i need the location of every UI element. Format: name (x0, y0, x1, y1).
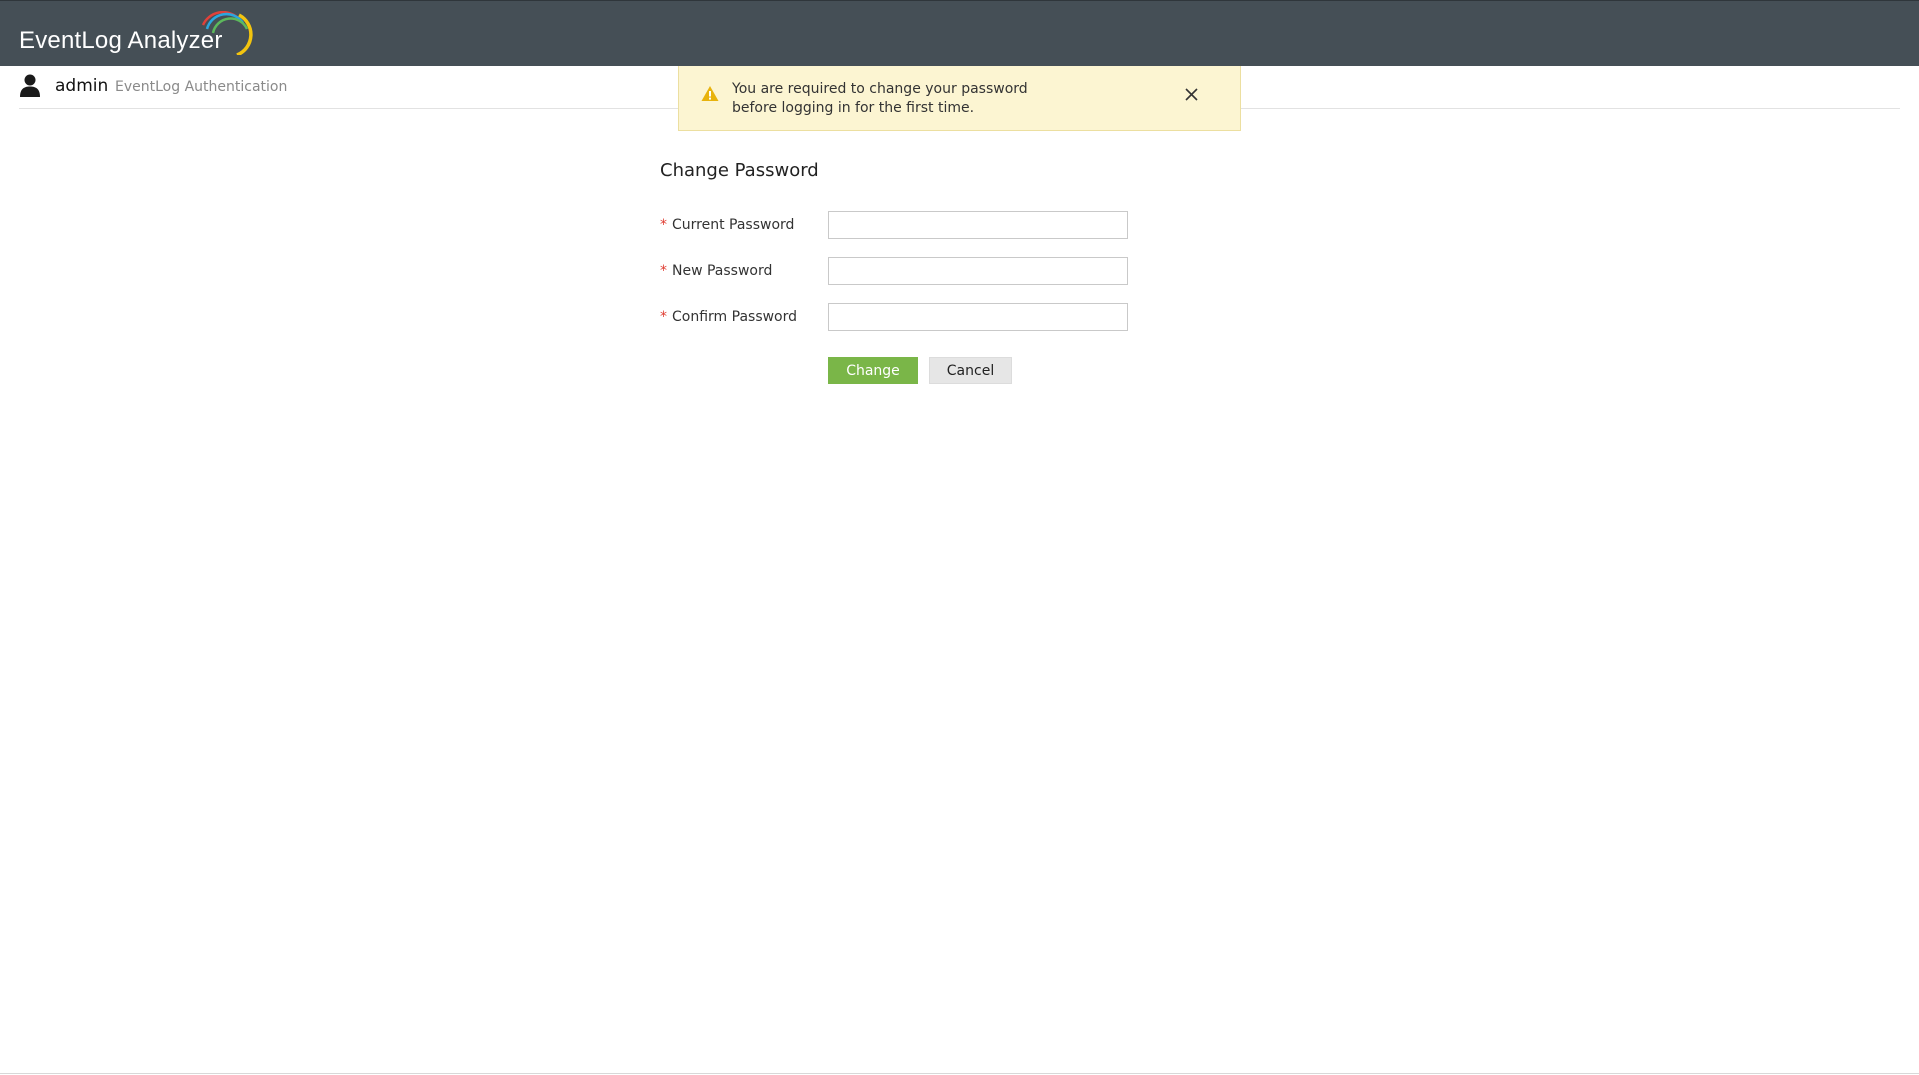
password-change-alert: You are required to change your password… (678, 66, 1241, 131)
alert-message: You are required to change your password… (732, 80, 1072, 118)
user-icon (20, 74, 40, 97)
top-header-bar: EventLog Analyzer (0, 0, 1919, 66)
warning-icon (701, 86, 719, 101)
required-marker: * (660, 309, 667, 325)
close-icon (1184, 87, 1198, 101)
confirm-password-label: * Confirm Password (660, 309, 798, 325)
app-title: EventLog Analyzer (19, 27, 223, 54)
alert-message-line-1: You are required to change your password (732, 81, 1028, 97)
page-title: Change Password (660, 160, 819, 181)
username[interactable]: admin (55, 76, 108, 96)
required-marker: * (660, 217, 667, 233)
confirm-password-row: * Confirm Password (660, 303, 1140, 333)
required-marker: * (660, 263, 667, 279)
cancel-button[interactable]: Cancel (929, 357, 1012, 384)
confirm-password-input[interactable] (828, 303, 1128, 331)
alert-close-button[interactable] (1179, 82, 1203, 106)
new-password-input[interactable] (828, 257, 1128, 285)
current-password-label: * Current Password (660, 217, 795, 233)
app-logo[interactable]: EventLog Analyzer (19, 11, 253, 61)
auth-domain-label: EventLog Authentication (115, 79, 288, 95)
new-password-label: * New Password (660, 263, 773, 279)
eventlog-analyzer-arcs-logo-icon (201, 11, 253, 55)
bottom-divider (0, 1073, 1919, 1074)
alert-message-line-2: before logging in for the first time. (732, 100, 975, 116)
current-password-input[interactable] (828, 211, 1128, 239)
new-password-row: * New Password (660, 257, 1140, 287)
current-password-row: * Current Password (660, 211, 1140, 241)
change-button[interactable]: Change (828, 357, 918, 384)
